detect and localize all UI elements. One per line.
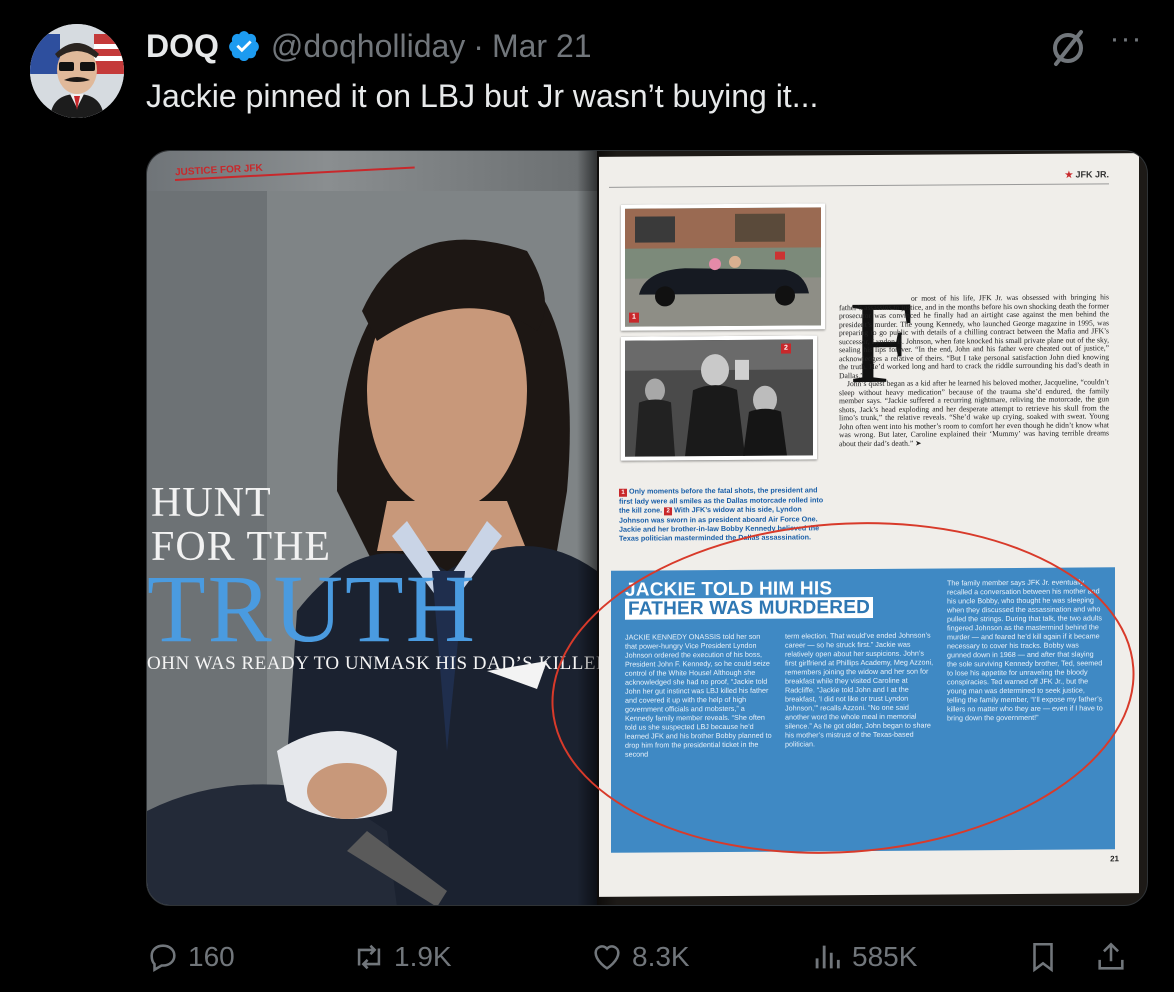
grok-icon[interactable] [1048, 28, 1088, 68]
running-head: ★ JFK JR. [1065, 169, 1109, 180]
action-bar: 160 1.9K 8.3K 585K [146, 934, 1146, 980]
article-paragraph-2: John’s quest began as a kid after he lea… [839, 377, 1109, 448]
share-icon [1098, 942, 1124, 970]
caption-num-1: 1 [619, 488, 627, 497]
article-paragraph-1: or most of his life, JFK Jr. was obsesse… [839, 292, 1109, 380]
like-button[interactable]: 8.3K [590, 934, 690, 980]
tweet-header: DOQ @doqholliday · Mar 21 [146, 24, 1144, 68]
headline-truth: TRUTH [147, 555, 477, 662]
views-button[interactable]: 585K [810, 934, 917, 980]
share-button[interactable] [1094, 934, 1136, 980]
oath-image [625, 339, 813, 457]
tweet-media-photo[interactable]: JUSTICE FOR JFK HUNT FOR THE TRUTH OHN W… [146, 150, 1148, 906]
photo2-badge: 2 [781, 343, 791, 354]
motorcade-image [625, 207, 821, 327]
repost-icon [357, 944, 381, 970]
motorcade-photo: 1 [621, 203, 825, 331]
magazine-left-page: JUSTICE FOR JFK HUNT FOR THE TRUTH OHN W… [147, 151, 620, 905]
views-icon [815, 945, 840, 969]
tweet-text: Jackie pinned it on LBJ but Jr wasn’t bu… [146, 78, 819, 114]
verified-badge-icon [229, 31, 259, 62]
running-rule [609, 183, 1109, 188]
views-count: 585K [852, 941, 918, 972]
author-name[interactable]: DOQ [146, 28, 219, 65]
page-number: 21 [1110, 854, 1119, 864]
headline-kicker: OHN WAS READY TO UNMASK HIS DAD’S KILLER… [147, 653, 621, 674]
caption-num-2: 2 [664, 507, 673, 516]
repost-count: 1.9K [394, 941, 452, 972]
headline-line1: HUNT [151, 480, 272, 526]
more-icon[interactable]: ··· [1106, 24, 1146, 64]
bookmark-icon [1033, 942, 1053, 973]
reply-icon [150, 944, 176, 973]
like-count: 8.3K [632, 941, 690, 972]
author-handle[interactable]: @doqholliday [271, 28, 465, 65]
star-icon: ★ [1064, 169, 1076, 180]
reply-button[interactable]: 160 [146, 934, 235, 980]
tweet-date[interactable]: Mar 21 [492, 28, 592, 65]
repost-button[interactable]: 1.9K [352, 934, 452, 980]
bookmark-button[interactable] [1026, 934, 1068, 980]
running-head-text: JFK JR. [1075, 169, 1109, 180]
reply-count: 160 [188, 941, 235, 972]
avatar-image [30, 24, 124, 118]
photo1-badge: 1 [629, 312, 639, 323]
article-body: or most of his life, JFK Jr. was obsesse… [839, 292, 1109, 448]
like-icon [594, 945, 620, 970]
oath-photo: 2 [621, 335, 817, 461]
author-avatar[interactable] [30, 24, 124, 118]
separator-dot: · [473, 27, 484, 64]
